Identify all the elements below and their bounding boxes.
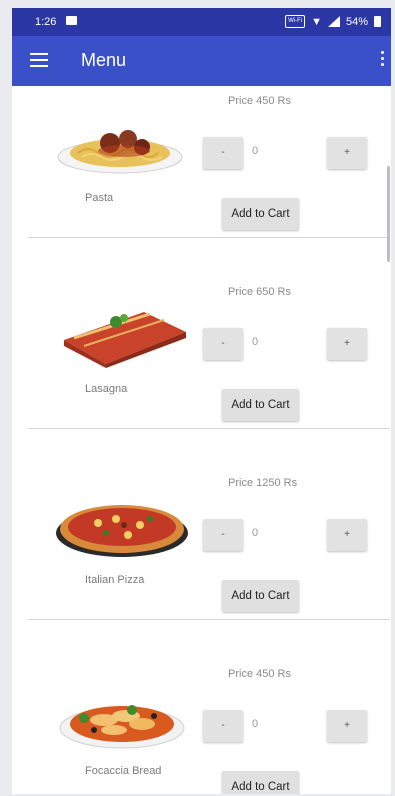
add-to-cart-button[interactable]: Add to Cart: [222, 771, 299, 794]
decrease-button[interactable]: -: [203, 328, 243, 360]
item-quantity: 0: [252, 336, 259, 348]
page-title: Menu: [81, 50, 127, 70]
lasagna-image: [54, 300, 189, 368]
focaccia-image: [54, 682, 189, 750]
phone-screen: 1:26 Wi-Fi ▼ 54% Menu Price 450 Rs - 0 +…: [12, 8, 391, 794]
menu-item: Price 450 Rs - 0 + Pasta Add to Cart: [12, 86, 391, 238]
status-icons: Wi-Fi ▼ 54%: [285, 15, 381, 28]
item-quantity: 0: [252, 145, 259, 157]
scrollbar[interactable]: [387, 166, 390, 262]
menu-item: Price 1250 Rs - 0 + Italian Pizza Add to…: [12, 363, 391, 620]
decrease-button[interactable]: -: [203, 519, 243, 551]
increase-button[interactable]: +: [327, 328, 367, 360]
item-price: Price 450 Rs: [228, 668, 291, 680]
item-price: Price 650 Rs: [228, 286, 291, 298]
menu-icon[interactable]: [30, 53, 48, 67]
menu-item: Price 450 Rs - 0 + Focaccia Bread Add to…: [12, 554, 391, 794]
item-quantity: 0: [252, 527, 259, 539]
menu-item: Price 650 Rs - 0 + Lasagna Add to Cart: [12, 172, 391, 429]
item-price: Price 450 Rs: [228, 95, 291, 107]
photo-notification-icon: [66, 16, 77, 25]
wifi-icon: ▼: [311, 15, 322, 28]
decrease-button[interactable]: -: [203, 137, 243, 169]
battery-percent: 54%: [345, 15, 368, 28]
item-price: Price 1250 Rs: [228, 477, 298, 489]
battery-icon: [374, 16, 381, 27]
menu-list[interactable]: Price 450 Rs - 0 + Pasta Add to Cart Pri…: [12, 86, 391, 794]
decrease-button[interactable]: -: [203, 710, 243, 742]
app-bar: Menu: [12, 36, 391, 86]
increase-button[interactable]: +: [327, 710, 367, 742]
status-time: 1:26: [35, 16, 57, 28]
wifi-calling-icon: Wi-Fi: [285, 15, 306, 28]
pizza-image: [54, 491, 189, 559]
status-bar: 1:26 Wi-Fi ▼ 54%: [12, 8, 391, 36]
item-quantity: 0: [252, 718, 259, 730]
pasta-image: [54, 109, 189, 177]
more-options-icon[interactable]: [381, 51, 385, 71]
increase-button[interactable]: +: [327, 137, 367, 169]
item-name: Focaccia Bread: [85, 765, 162, 777]
signal-icon: [327, 16, 340, 27]
increase-button[interactable]: +: [327, 519, 367, 551]
